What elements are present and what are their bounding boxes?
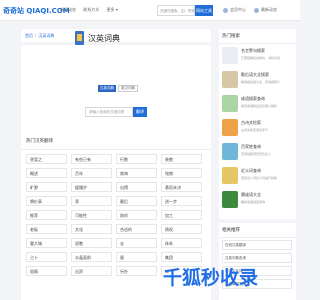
hot-word[interactable]: 另外	[116, 266, 157, 276]
member-link[interactable]: 会员中心	[223, 7, 246, 13]
hot-word[interactable]: 答案之	[26, 154, 67, 164]
hot-word[interactable]: 加工	[161, 210, 202, 220]
sidebar-app-item[interactable]: 猜谜语大全 趣味谜语谜底查询	[222, 189, 294, 213]
hot-word[interactable]: 悬而未决	[161, 182, 202, 192]
app-desc: 百家姓起源历史及名人	[241, 152, 272, 156]
word-query-input[interactable]: 请输入查询的汉语词语	[85, 107, 133, 117]
app-name: 近义词查询	[241, 168, 261, 173]
hot-word[interactable]: 量	[116, 252, 157, 262]
hot-translations-title: 热门汉英翻译	[21, 133, 211, 150]
nav-item-more[interactable]: 更多 ▾	[107, 7, 118, 12]
hot-word[interactable]: 集团	[161, 252, 202, 262]
tab-chinese-english[interactable]: 汉英词典	[98, 85, 116, 92]
app-thumbnail-icon	[222, 143, 238, 160]
hot-word[interactable]: 推荐	[26, 210, 67, 220]
hot-word[interactable]: 概述	[26, 168, 67, 178]
hot-word[interactable]: 水晶面前	[71, 252, 112, 262]
app-name: 猜谜语大全	[241, 192, 261, 197]
sidebar-hot-apps: 热门搜索 名言警句搜索 汇聚经典名言警句，寻找灵感 歇后语大全搜索 精选歇后语大…	[219, 29, 296, 219]
tab-english-chinese[interactable]: 英汉词典	[118, 85, 138, 92]
app-thumbnail-icon	[222, 71, 238, 88]
sidebar-title: 热门搜索	[219, 29, 296, 44]
hot-word[interactable]: 牌价表	[26, 196, 67, 206]
app-desc: 趣味谜语谜底查询	[241, 200, 266, 204]
hot-word[interactable]: 百年	[71, 168, 112, 178]
site-search-button[interactable]: 网站工具	[195, 5, 213, 16]
nav-item-news[interactable]: 新闻动态	[60, 7, 76, 12]
sidebar-app-item[interactable]: 近义词查询 查找近义词反义词进行替换	[222, 165, 294, 189]
hot-word[interactable]: 合适的	[116, 224, 157, 234]
related-link[interactable]: 在线汉英翻译	[222, 240, 292, 250]
sidebar-app-item[interactable]: 古诗文检索 古诗文检索阅读学习	[222, 117, 294, 141]
hot-word[interactable]: 可能性	[71, 210, 112, 220]
main-content: 首页 / 汉英词典	[21, 29, 211, 138]
bell-icon	[254, 7, 259, 13]
translate-button[interactable]: 翻译	[133, 107, 147, 117]
updates-label: 最新动态	[261, 7, 277, 12]
app-desc: 精选歇后语大全，查询其释义	[241, 80, 281, 84]
hot-word[interactable]: 双胞	[71, 238, 112, 248]
breadcrumb-separator: /	[35, 33, 37, 38]
dictionary-book-icon	[75, 31, 84, 45]
hot-word[interactable]: 文化	[71, 224, 112, 234]
page-title: 汉英词典	[88, 34, 120, 43]
app-desc: 搜索成语的出处及释义解析	[241, 104, 278, 108]
sidebar-app-item[interactable]: 成语搜索查询 搜索成语的出处及释义解析	[222, 93, 294, 117]
hot-word[interactable]: 背	[71, 196, 112, 206]
top-bar: 奇奇站 QIAQI.COM 新闻动态 联系方式 更多 ▾ 关键词搜索，如：短视频…	[0, 0, 300, 21]
hot-word[interactable]: 缓慢步	[71, 182, 112, 192]
hot-word[interactable]: 体系	[161, 238, 202, 248]
watermark: 千狐秒收录	[163, 267, 259, 289]
hot-word[interactable]: 有些已有	[71, 154, 112, 164]
app-name: 名言警句搜索	[241, 48, 265, 53]
updates-link[interactable]: 最新动态	[254, 7, 277, 13]
hot-word[interactable]: 占卜	[26, 252, 67, 262]
member-label: 会员中心	[230, 7, 246, 12]
related-link[interactable]: 汉英词典查询	[222, 253, 292, 263]
hot-word[interactable]: 行数	[116, 154, 157, 164]
sidebar-app-item[interactable]: 百家姓查询 百家姓起源历史及名人	[222, 141, 294, 165]
hot-word[interactable]: 重大城	[26, 238, 67, 248]
hot-word[interactable]: 旷野	[26, 182, 67, 192]
app-name: 歇后语大全搜索	[241, 72, 269, 77]
hot-word[interactable]: 去	[116, 238, 157, 248]
hot-word[interactable]: 出资	[71, 266, 112, 276]
hot-word[interactable]: 陪伴	[116, 210, 157, 220]
app-desc: 古诗文检索阅读学习	[241, 128, 269, 132]
hot-word[interactable]: 装数	[161, 154, 202, 164]
app-thumbnail-icon	[222, 119, 238, 136]
related-title: 相关推荐	[219, 223, 296, 238]
dictionary-card	[21, 45, 211, 138]
hot-word[interactable]: 进一步	[161, 196, 202, 206]
nav-item-contact[interactable]: 联系方式	[83, 7, 99, 12]
app-thumbnail-icon	[222, 47, 238, 64]
hot-word[interactable]: 最后	[116, 196, 157, 206]
hot-word[interactable]: 商海	[116, 168, 157, 178]
sidebar-app-item[interactable]: 歇后语大全搜索 精选歇后语大全，查询其释义	[222, 69, 294, 93]
hot-translations-grid: 答案之 有些已有 行数 装数 概述 百年 商海 铭物 旷野 缓慢步 出殡 悬而未…	[26, 154, 206, 276]
breadcrumb-current: 汉英词典	[38, 33, 55, 38]
breadcrumb-home[interactable]: 首页	[25, 33, 33, 38]
app-thumbnail-icon	[222, 95, 238, 112]
hot-word[interactable]: 陪情	[26, 266, 67, 276]
user-icon	[223, 7, 228, 13]
app-name: 古诗文检索	[241, 120, 261, 125]
app-desc: 汇聚经典名言警句，寻找灵感	[241, 56, 281, 60]
site-search-input[interactable]: 关键词搜索，如：短视频	[157, 5, 195, 16]
app-name: 成语搜索查询	[241, 96, 265, 101]
app-thumbnail-icon	[222, 191, 238, 208]
app-thumbnail-icon	[222, 167, 238, 184]
hot-word[interactable]: 老板	[26, 224, 67, 234]
hot-word[interactable]: 债权	[161, 224, 202, 234]
app-desc: 查找近义词反义词进行替换	[241, 176, 278, 180]
sidebar-app-item[interactable]: 名言警句搜索 汇聚经典名言警句，寻找灵感	[222, 45, 294, 69]
top-nav: 新闻动态 联系方式 更多 ▾	[60, 7, 124, 13]
app-name: 百家姓查询	[241, 144, 261, 149]
hot-word[interactable]: 铭物	[161, 168, 202, 178]
hot-word[interactable]: 出殡	[116, 182, 157, 192]
